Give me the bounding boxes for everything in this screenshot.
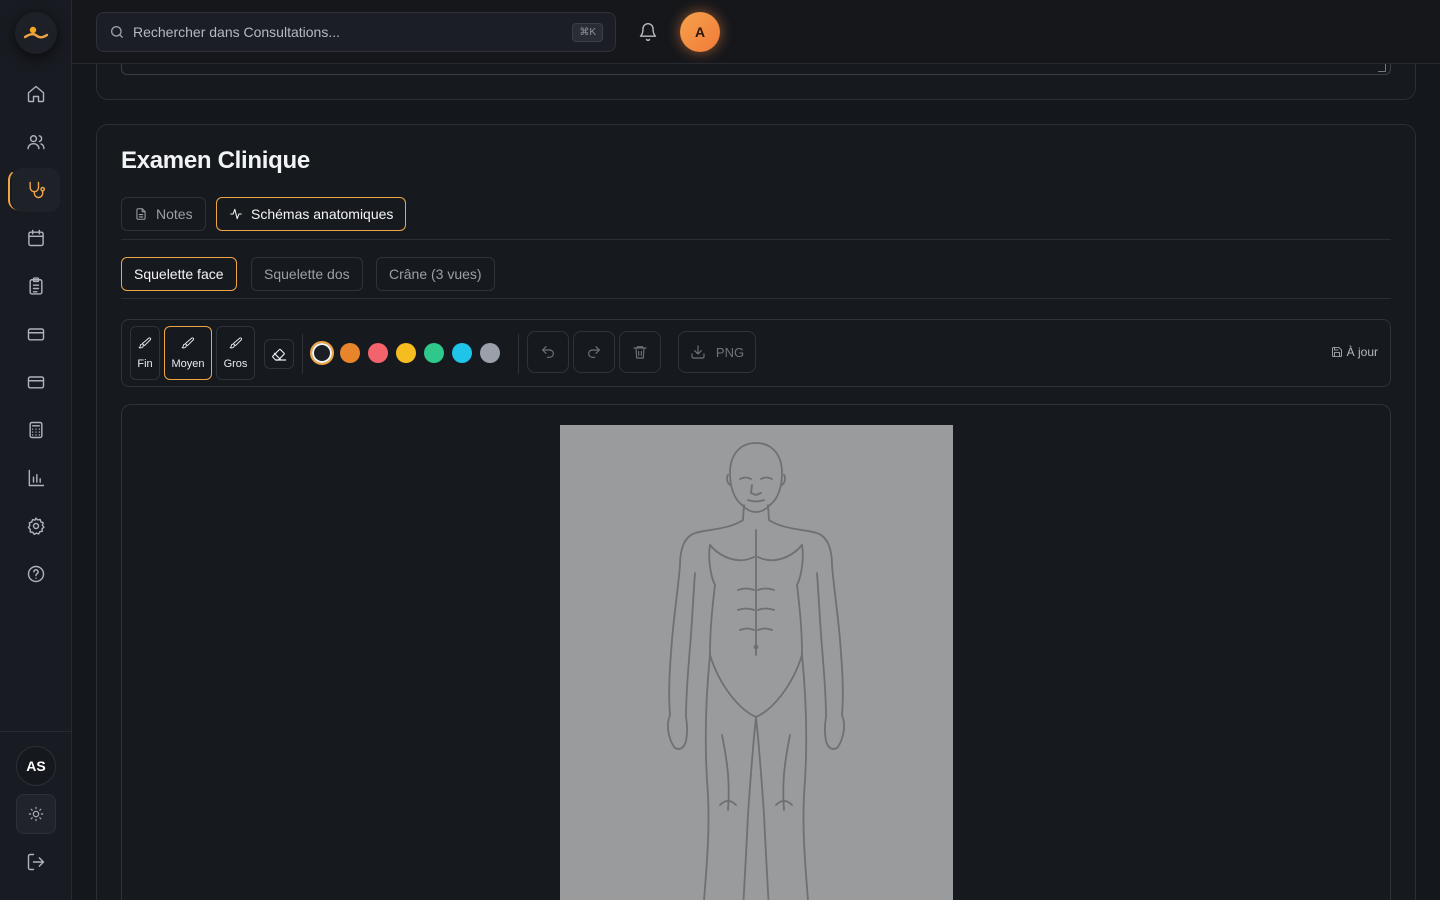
brush-fine-button[interactable]: Fin [130, 326, 160, 380]
sun-icon [28, 806, 44, 822]
color-swatch-yellow[interactable] [396, 343, 416, 363]
brush-icon [229, 337, 242, 349]
app-logo[interactable] [15, 12, 57, 54]
brush-label: Gros [223, 358, 248, 370]
home-icon [27, 85, 45, 103]
anatomy-canvas[interactable] [560, 425, 953, 900]
bar-chart-icon [28, 469, 45, 487]
calculator-icon [29, 421, 43, 439]
subtabs-divider [121, 298, 1391, 299]
brush-large-button[interactable]: Gros [216, 326, 255, 380]
resize-handle[interactable] [1378, 64, 1386, 72]
search-icon [111, 26, 123, 38]
logo-icon [23, 26, 49, 39]
search-input[interactable]: Rechercher dans Consultations... ⌘K [96, 12, 616, 52]
sidebar-item-payments[interactable] [12, 360, 60, 404]
download-icon [691, 345, 705, 359]
tabs-divider [121, 239, 1391, 240]
sidebar: AS [0, 0, 72, 900]
sidebar-user-avatar[interactable]: AS [16, 746, 56, 786]
color-swatch-gray[interactable] [480, 343, 500, 363]
color-swatch-cyan[interactable] [452, 343, 472, 363]
help-icon [27, 565, 45, 583]
topbar: Rechercher dans Consultations... ⌘K A [72, 0, 1440, 64]
logout-button[interactable] [16, 842, 56, 882]
save-icon [1331, 347, 1342, 357]
drawing-toolbar: Fin Moyen Gros PNG À jour [121, 319, 1391, 387]
toolbar-divider [302, 334, 303, 374]
subtab-skeleton-front[interactable]: Squelette face [121, 257, 237, 291]
search-shortcut: ⌘K [572, 22, 603, 42]
brush-medium-button[interactable]: Moyen [164, 326, 212, 380]
sidebar-item-agenda[interactable] [12, 216, 60, 260]
clinical-exam-card: Examen Clinique Notes Schémas anatomique… [96, 124, 1416, 900]
undo-button[interactable] [527, 331, 569, 373]
sidebar-item-patients[interactable] [12, 120, 60, 164]
eraser-button[interactable] [264, 339, 294, 369]
export-label: PNG [715, 344, 745, 360]
logout-icon [27, 853, 45, 871]
brush-label: Fin [137, 358, 153, 370]
eraser-icon [272, 348, 287, 361]
sidebar-item-accounting[interactable] [12, 408, 60, 452]
subtab-skeleton-back[interactable]: Squelette dos [251, 257, 363, 291]
color-swatch-orange[interactable] [340, 343, 360, 363]
bell-icon [639, 23, 657, 42]
theme-toggle-button[interactable] [16, 794, 56, 834]
color-swatch-red[interactable] [368, 343, 388, 363]
drawing-area [121, 404, 1391, 900]
export-png-button[interactable]: PNG [678, 331, 756, 373]
undo-icon [542, 346, 554, 358]
activity-icon [230, 208, 242, 220]
search-placeholder: Rechercher dans Consultations... [133, 24, 340, 40]
color-swatch-black[interactable] [310, 341, 334, 365]
brush-label: Moyen [171, 358, 205, 370]
users-icon [27, 135, 45, 150]
clear-canvas-button[interactable] [619, 331, 661, 373]
sidebar-item-settings[interactable] [12, 504, 60, 548]
body-front-diagram [667, 442, 845, 900]
notifications-button[interactable] [638, 22, 658, 42]
sidebar-item-help[interactable] [12, 552, 60, 596]
brush-icon [181, 337, 195, 349]
sidebar-divider [0, 731, 72, 732]
stethoscope-icon [29, 181, 46, 199]
brush-icon [138, 337, 152, 349]
sidebar-item-billing[interactable] [12, 312, 60, 356]
color-swatch-green[interactable] [424, 343, 444, 363]
section-title: Examen Clinique [121, 147, 310, 174]
trash-icon [633, 346, 647, 359]
file-text-icon [136, 208, 146, 220]
credit-card-icon [27, 376, 45, 389]
save-status: À jour [1331, 345, 1378, 359]
calendar-icon [28, 229, 44, 247]
save-status-label: À jour [1346, 345, 1378, 359]
sidebar-item-statistics[interactable] [12, 456, 60, 500]
sidebar-item-home[interactable] [12, 72, 60, 116]
tab-notes[interactable]: Notes [121, 197, 206, 231]
tab-label: Notes [156, 206, 193, 222]
sidebar-item-consultations[interactable] [8, 168, 60, 212]
tab-anatomical-diagrams[interactable]: Schémas anatomiques [216, 197, 407, 231]
redo-icon [588, 346, 600, 358]
subtab-skull-views[interactable]: Crâne (3 vues) [376, 257, 495, 291]
sidebar-item-prescriptions[interactable] [12, 264, 60, 308]
settings-icon [27, 517, 45, 536]
toolbar-divider [518, 334, 519, 374]
user-avatar[interactable]: A [680, 12, 720, 52]
clipboard-icon [29, 277, 43, 295]
credit-card-icon [27, 328, 45, 341]
redo-button[interactable] [573, 331, 615, 373]
tab-label: Schémas anatomiques [251, 206, 394, 222]
